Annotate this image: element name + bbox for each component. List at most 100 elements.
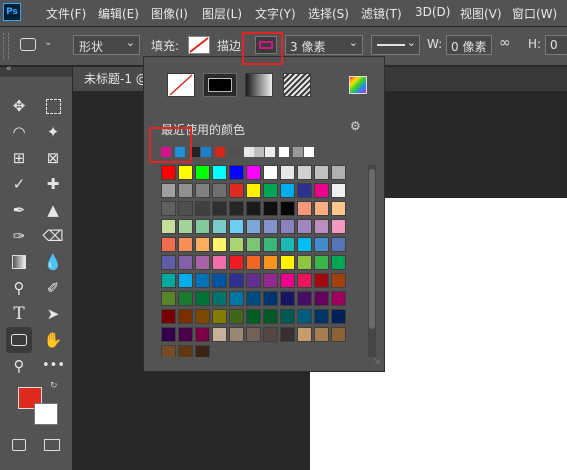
color-swatch[interactable] xyxy=(161,219,176,234)
color-swatch[interactable] xyxy=(280,255,295,270)
color-swatch[interactable] xyxy=(178,237,193,252)
color-swatch[interactable] xyxy=(195,237,210,252)
color-swatch[interactable] xyxy=(331,291,346,306)
menu-view[interactable]: 视图(V) xyxy=(460,5,502,22)
color-swatch[interactable] xyxy=(297,327,312,342)
color-swatch[interactable] xyxy=(229,273,244,288)
recent-color-swatch[interactable] xyxy=(230,147,240,157)
color-swatch[interactable] xyxy=(297,219,312,234)
color-swatch[interactable] xyxy=(161,291,176,306)
color-swatch[interactable] xyxy=(161,327,176,342)
color-swatch[interactable] xyxy=(229,291,244,306)
swap-colors-icon[interactable]: ↻ xyxy=(50,381,58,391)
color-swatch[interactable] xyxy=(263,237,278,252)
color-swatch[interactable] xyxy=(178,345,193,357)
color-swatch[interactable] xyxy=(314,255,329,270)
color-swatch[interactable] xyxy=(280,291,295,306)
color-swatch[interactable] xyxy=(195,327,210,342)
color-swatch[interactable] xyxy=(229,309,244,324)
clone-stamp-tool-icon[interactable]: ▲ xyxy=(42,199,64,221)
color-swatch[interactable] xyxy=(331,183,346,198)
color-swatch[interactable] xyxy=(331,273,346,288)
recent-color-swatch[interactable] xyxy=(201,147,211,157)
color-swatch[interactable] xyxy=(280,273,295,288)
color-swatch[interactable] xyxy=(263,201,278,216)
color-swatch[interactable] xyxy=(212,183,227,198)
color-swatch[interactable] xyxy=(297,291,312,306)
recent-color-swatch[interactable] xyxy=(304,147,314,157)
recent-color-swatch[interactable] xyxy=(293,147,303,157)
gear-icon[interactable]: ⚙ xyxy=(350,119,361,133)
menu-type[interactable]: 文字(Y) xyxy=(255,5,296,22)
dodge-tool-icon[interactable]: ⚲ xyxy=(8,277,30,299)
brush-tool-icon[interactable]: ✒ xyxy=(8,199,30,221)
pattern-button[interactable] xyxy=(283,73,311,97)
pen-tool-icon[interactable]: ✐ xyxy=(42,277,64,299)
stroke-width-field[interactable]: 3 像素 ⌄ xyxy=(285,35,363,55)
color-swatch[interactable] xyxy=(229,219,244,234)
color-swatch[interactable] xyxy=(229,165,244,180)
color-swatch[interactable] xyxy=(178,201,193,216)
color-swatch[interactable] xyxy=(331,255,346,270)
color-swatch[interactable] xyxy=(178,273,193,288)
color-swatch[interactable] xyxy=(314,219,329,234)
color-swatch[interactable] xyxy=(263,219,278,234)
color-swatch[interactable] xyxy=(297,273,312,288)
color-swatch[interactable] xyxy=(229,327,244,342)
color-swatch[interactable] xyxy=(212,255,227,270)
color-swatch[interactable] xyxy=(229,255,244,270)
color-swatch[interactable] xyxy=(229,183,244,198)
color-swatch[interactable] xyxy=(297,237,312,252)
color-swatch[interactable] xyxy=(280,327,295,342)
history-brush-tool-icon[interactable]: ✑ xyxy=(8,225,30,247)
document-tab[interactable]: 未标题-1 @ xyxy=(73,67,148,91)
color-swatch[interactable] xyxy=(246,237,261,252)
color-swatch[interactable] xyxy=(212,237,227,252)
color-swatch[interactable] xyxy=(195,219,210,234)
color-swatch[interactable] xyxy=(161,201,176,216)
color-swatch[interactable] xyxy=(195,291,210,306)
eyedropper-tool-icon[interactable]: ✓ xyxy=(8,173,30,195)
color-swatch[interactable] xyxy=(195,273,210,288)
color-swatch[interactable] xyxy=(331,165,346,180)
color-swatch[interactable] xyxy=(246,201,261,216)
color-swatch[interactable] xyxy=(212,165,227,180)
color-swatch[interactable] xyxy=(280,201,295,216)
color-swatch[interactable] xyxy=(161,237,176,252)
blur-tool-icon[interactable]: 💧 xyxy=(42,251,64,273)
color-swatch[interactable] xyxy=(331,201,346,216)
color-swatch[interactable] xyxy=(212,327,227,342)
color-swatch[interactable] xyxy=(280,309,295,324)
color-swatch[interactable] xyxy=(161,273,176,288)
color-swatch[interactable] xyxy=(195,309,210,324)
color-swatch[interactable] xyxy=(195,345,210,357)
collapse-icon[interactable]: « xyxy=(6,64,12,74)
color-swatch[interactable] xyxy=(246,273,261,288)
menu-3d[interactable]: 3D(D) xyxy=(415,5,450,19)
color-swatch[interactable] xyxy=(229,237,244,252)
menu-file[interactable]: 文件(F) xyxy=(46,5,86,22)
color-swatch[interactable] xyxy=(314,273,329,288)
color-swatch[interactable] xyxy=(246,165,261,180)
color-swatch[interactable] xyxy=(246,255,261,270)
swatch-scrollbar[interactable] xyxy=(368,165,376,357)
hand-tool-icon[interactable]: ✋ xyxy=(42,329,64,351)
menu-edit[interactable]: 编辑(E) xyxy=(98,5,139,22)
no-color-button[interactable] xyxy=(167,73,195,97)
color-swatch[interactable] xyxy=(280,183,295,198)
height-field[interactable]: 0 xyxy=(545,35,567,55)
color-swatch[interactable] xyxy=(280,219,295,234)
color-swatch[interactable] xyxy=(178,255,193,270)
mode-select[interactable]: 形状 ⌄ xyxy=(73,35,140,55)
rounded-rect-tool-button[interactable] xyxy=(6,327,32,353)
scrollbar-thumb[interactable] xyxy=(369,169,375,329)
color-swatch[interactable] xyxy=(297,201,312,216)
color-swatch[interactable] xyxy=(246,327,261,342)
background-color-swatch[interactable] xyxy=(34,403,58,425)
color-swatch[interactable] xyxy=(246,291,261,306)
color-swatch[interactable] xyxy=(314,309,329,324)
color-swatch[interactable] xyxy=(212,201,227,216)
color-swatch[interactable] xyxy=(195,183,210,198)
color-swatch[interactable] xyxy=(331,219,346,234)
chevron-down-icon[interactable]: ⌄ xyxy=(44,37,52,48)
